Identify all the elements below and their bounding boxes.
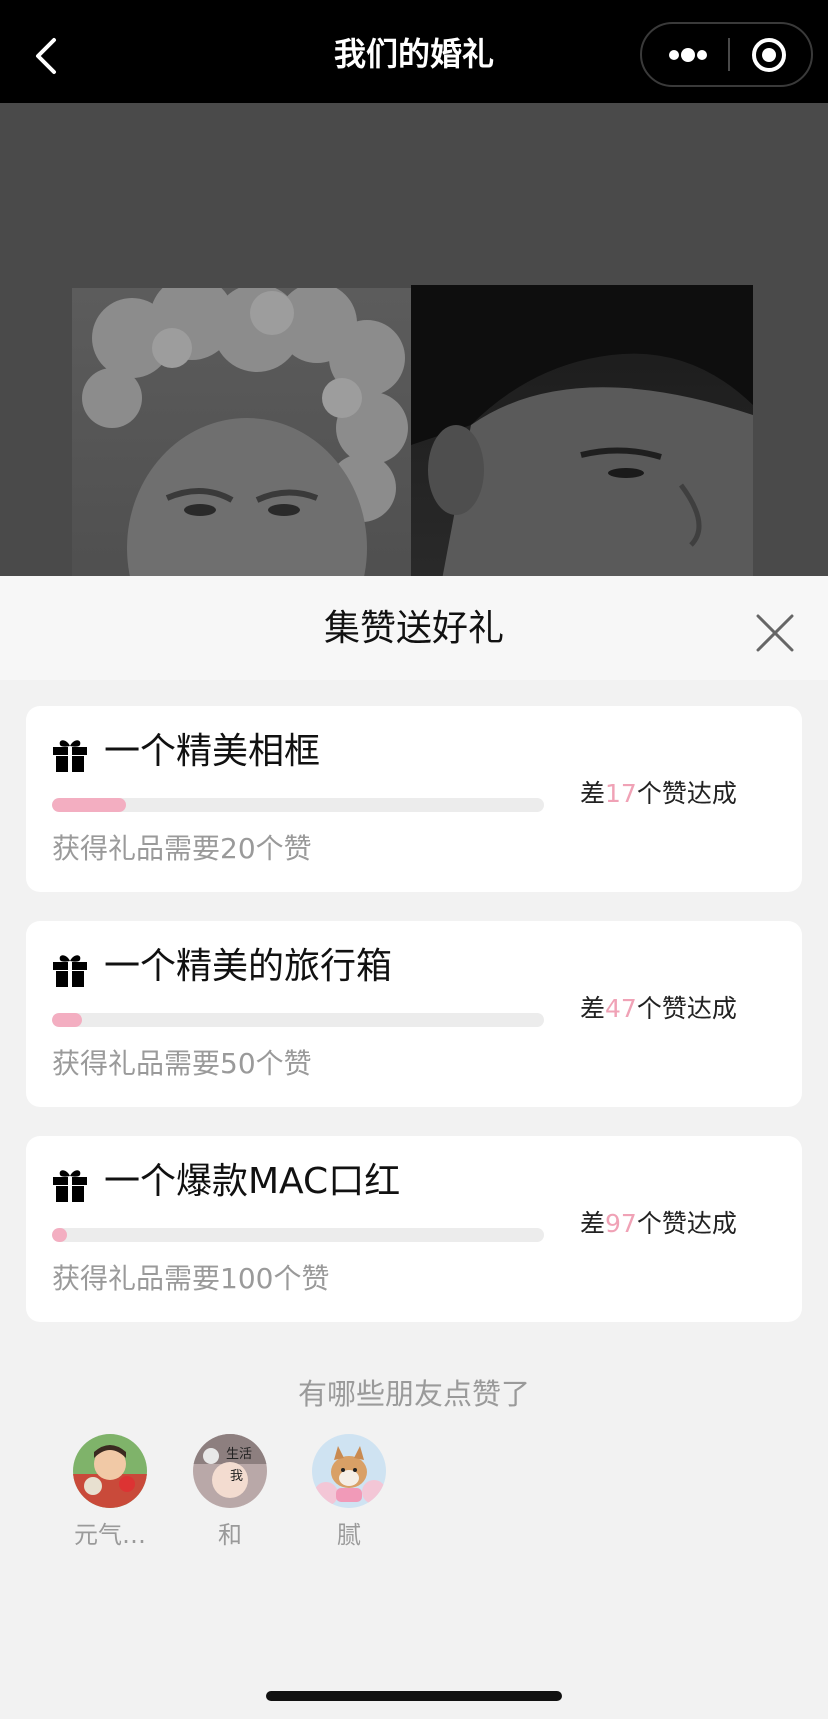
friend-name: 腻 xyxy=(337,1521,361,1549)
status-prefix: 差 xyxy=(580,994,606,1023)
like-progress-fill xyxy=(52,1228,67,1242)
gift-requirement: 获得礼品需要100个赞 xyxy=(52,1262,330,1295)
dimmed-page-backdrop[interactable] xyxy=(0,103,828,576)
gift-title: 一个爆款MAC口红 xyxy=(104,1161,401,1202)
like-progress-bar xyxy=(52,798,544,812)
gift-icon xyxy=(52,951,88,987)
status-prefix: 差 xyxy=(580,1209,606,1238)
groom-photo xyxy=(411,285,753,576)
home-indicator xyxy=(266,1691,562,1701)
gift-icon xyxy=(52,1166,88,1202)
friend-item[interactable]: 元气… xyxy=(50,1434,170,1554)
gift-status: 差97个赞达成 xyxy=(580,1206,737,1242)
gift-status: 差17个赞达成 xyxy=(580,776,737,812)
more-button[interactable] xyxy=(642,24,728,85)
like-progress-fill xyxy=(52,1013,82,1027)
gift-title: 一个精美的旅行箱 xyxy=(104,946,393,987)
like-progress-fill xyxy=(52,798,126,812)
likes-remaining: 47 xyxy=(605,994,637,1023)
friend-item[interactable]: 生活 我 和 xyxy=(170,1434,290,1554)
mini-program-capsule xyxy=(640,22,813,87)
status-suffix: 个赞达成 xyxy=(636,779,737,808)
more-dots-icon xyxy=(669,48,707,62)
likes-remaining: 97 xyxy=(605,1209,637,1238)
status-prefix: 差 xyxy=(580,779,606,808)
avatar[interactable] xyxy=(73,1434,147,1508)
gift-requirement: 获得礼品需要20个赞 xyxy=(52,832,312,865)
gift-icon xyxy=(52,736,88,772)
like-progress-bar xyxy=(52,1013,544,1027)
gift-requirement: 获得礼品需要50个赞 xyxy=(52,1047,312,1080)
gift-card[interactable]: 一个爆款MAC口红 获得礼品需要100个赞 差97个赞达成 xyxy=(26,1136,802,1322)
friend-item[interactable]: 腻 xyxy=(289,1434,409,1554)
sheet-close-button[interactable] xyxy=(752,610,798,656)
gift-card[interactable]: 一个精美相框 获得礼品需要20个赞 差17个赞达成 xyxy=(26,706,802,892)
avatar-text-bottom: 我 xyxy=(230,1469,243,1484)
target-circle-icon xyxy=(752,38,786,72)
status-suffix: 个赞达成 xyxy=(636,994,737,1023)
navigation-bar: 我们的婚礼 xyxy=(0,0,828,103)
avatar[interactable]: 生活 我 xyxy=(193,1434,267,1508)
friends-heading: 有哪些朋友点赞了 xyxy=(297,1377,530,1411)
avatar-text-top: 生活 xyxy=(226,1447,252,1462)
bride-photo xyxy=(72,288,412,576)
like-reward-sheet: 集赞送好礼 一个精美相框 获得礼品需要20个赞 差17个赞达成 一个精美的旅行箱… xyxy=(0,576,828,1719)
sheet-header: 集赞送好礼 xyxy=(0,576,828,680)
close-icon xyxy=(756,614,794,652)
sheet-title: 集赞送好礼 xyxy=(323,608,504,649)
gift-card[interactable]: 一个精美的旅行箱 获得礼品需要50个赞 差47个赞达成 xyxy=(26,921,802,1107)
avatar[interactable] xyxy=(312,1434,386,1508)
like-progress-bar xyxy=(52,1228,544,1242)
likes-remaining: 17 xyxy=(605,779,637,808)
friend-name: 和 xyxy=(218,1521,242,1549)
status-suffix: 个赞达成 xyxy=(636,1209,737,1238)
capsule-close-button[interactable] xyxy=(730,24,811,85)
gift-title: 一个精美相框 xyxy=(104,731,321,772)
gift-status: 差47个赞达成 xyxy=(580,991,737,1027)
friend-name: 元气… xyxy=(74,1521,146,1549)
